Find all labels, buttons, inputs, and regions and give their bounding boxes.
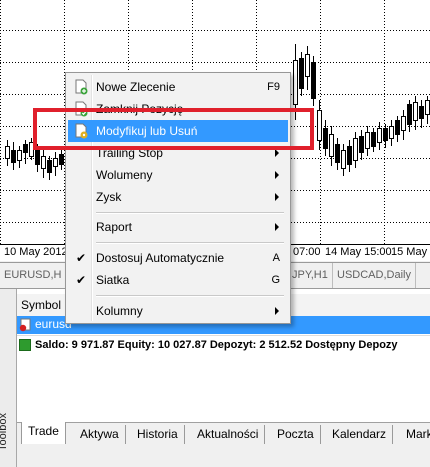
submenu-arrow-icon xyxy=(275,149,279,157)
tab-poczta[interactable]: Poczta xyxy=(271,425,321,444)
toolbox-label: Toolbox xyxy=(0,413,9,451)
candle-body xyxy=(23,144,28,153)
candle-body xyxy=(353,138,358,161)
submenu-arrow-icon xyxy=(275,171,279,179)
candle-body xyxy=(293,60,298,105)
candle-body xyxy=(365,132,370,149)
menu-item-grid[interactable]: ✔ Siatka G xyxy=(68,269,288,291)
candle-body xyxy=(347,146,352,165)
candle-body xyxy=(419,106,424,119)
candle-body xyxy=(401,116,406,131)
candle-body xyxy=(341,150,346,169)
candle-body xyxy=(407,104,412,125)
candle-body xyxy=(305,54,310,77)
tab-aktualnosci[interactable]: Aktualności xyxy=(191,425,266,444)
annotation-highlight-box xyxy=(33,108,314,150)
chart-tab-eurusd[interactable]: EURUSD,H xyxy=(0,263,67,288)
time-label: 07:00 xyxy=(293,246,321,258)
terminal-tabs: Trade Aktywa Historia Aktualności Poczta… xyxy=(17,422,430,446)
candle-body xyxy=(53,158,58,167)
candle-body xyxy=(317,110,322,141)
menu-separator xyxy=(96,242,284,244)
candle-body xyxy=(47,160,52,173)
column-symbol[interactable]: Symbol xyxy=(21,294,61,316)
time-label: 10 May 2012 xyxy=(4,246,68,258)
tab-trade[interactable]: Trade xyxy=(21,422,66,444)
candle-body xyxy=(425,100,430,115)
candle-body xyxy=(395,120,400,135)
candle-body xyxy=(359,136,364,153)
menu-item-raport[interactable]: Raport xyxy=(68,216,288,238)
menu-item-wolumeny[interactable]: Wolumeny xyxy=(68,164,288,186)
tab-market[interactable]: Mark xyxy=(400,425,430,444)
chart-tab-usdjpy[interactable]: JPY,H1 xyxy=(288,263,333,288)
candle-body xyxy=(17,150,22,161)
menu-item-autoscroll[interactable]: ✔ Dostosuj Automatycznie A xyxy=(68,247,288,269)
candle-body xyxy=(335,144,340,163)
tab-historia[interactable]: Historia xyxy=(131,425,185,444)
menu-item-columns[interactable]: Kolumny xyxy=(68,300,288,322)
order-icon xyxy=(19,318,31,332)
candle-body xyxy=(329,134,334,157)
candle-body xyxy=(371,132,376,147)
candle-body xyxy=(35,148,40,165)
candle-body xyxy=(389,126,394,139)
checkmark-icon: ✔ xyxy=(76,251,87,265)
time-label: 14 May 15:00 xyxy=(325,246,392,258)
candle-body xyxy=(41,156,46,169)
candle-body xyxy=(323,128,328,149)
menu-separator xyxy=(96,212,284,214)
candle-body xyxy=(413,102,418,121)
submenu-arrow-icon xyxy=(275,307,279,315)
new-order-icon xyxy=(75,79,88,95)
balance-row: Saldo: 9 971.87 Equity: 10 027.87 Depozy… xyxy=(17,335,430,356)
menu-separator xyxy=(96,295,284,297)
candle-body xyxy=(383,128,388,141)
chart-tab-usdcad[interactable]: USDCAD,Daily xyxy=(333,263,416,288)
tab-kalendarz[interactable]: Kalendarz xyxy=(326,425,394,444)
menu-item-new-order[interactable]: Nowe Zlecenie F9 xyxy=(68,76,288,98)
menu-item-zysk[interactable]: Zysk xyxy=(68,186,288,208)
balance-icon xyxy=(19,339,31,351)
time-label: 15 May xyxy=(391,246,428,258)
submenu-arrow-icon xyxy=(275,193,279,201)
submenu-arrow-icon xyxy=(275,223,279,231)
candle-body xyxy=(5,146,10,159)
candle-body xyxy=(311,62,316,99)
checkmark-icon: ✔ xyxy=(76,273,87,287)
candle-body xyxy=(299,58,304,89)
candle-body xyxy=(11,150,16,163)
tab-aktywa[interactable]: Aktywa xyxy=(74,425,126,444)
candle-body xyxy=(377,128,382,143)
toolbox-strip[interactable]: Toolbox xyxy=(0,289,17,467)
balance-text: Saldo: 9 971.87 Equity: 10 027.87 Depozy… xyxy=(35,339,398,351)
candle-body xyxy=(59,154,64,165)
